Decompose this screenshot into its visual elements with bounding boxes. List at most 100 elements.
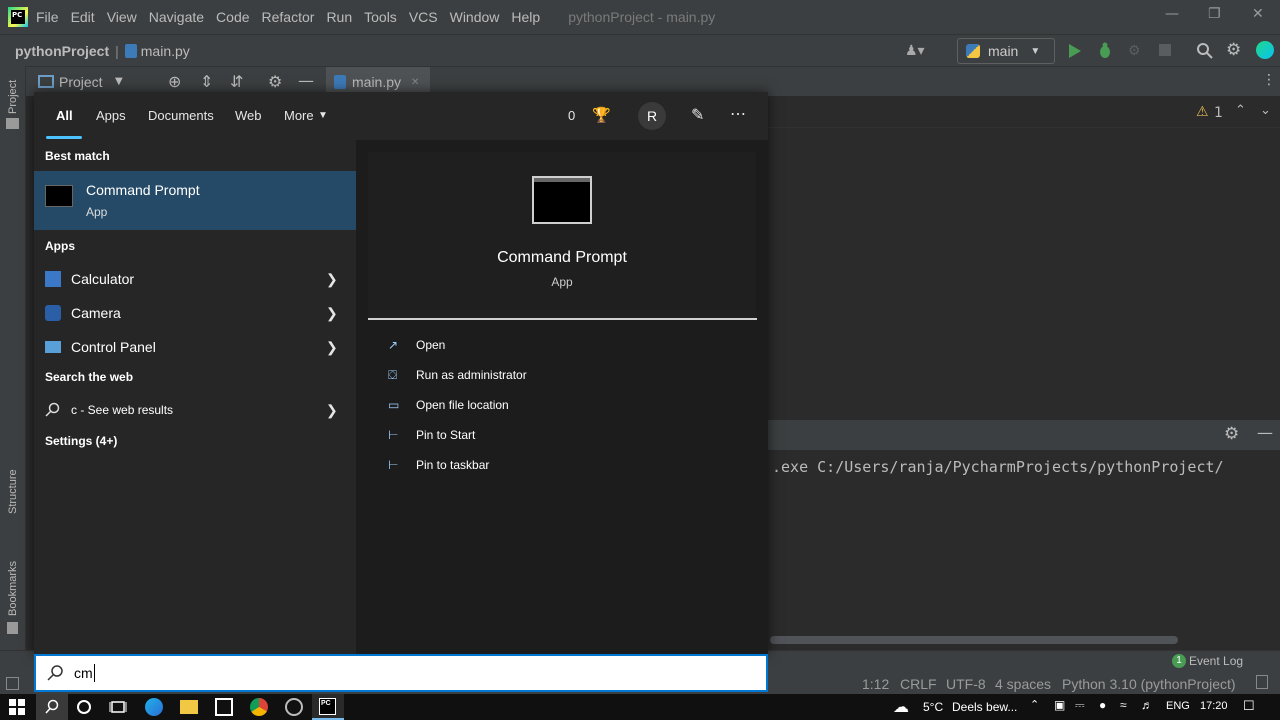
- weather-icon[interactable]: ☁: [893, 697, 909, 717]
- tab-all[interactable]: All: [56, 108, 73, 123]
- cortana-icon[interactable]: [75, 698, 93, 716]
- web-result[interactable]: c - See web results ❯: [34, 395, 356, 425]
- run-console[interactable]: .exe C:/Users/ranja/PycharmProjects/pyth…: [768, 450, 1280, 650]
- tab-more[interactable]: More: [284, 108, 314, 123]
- file-explorer-icon[interactable]: [180, 700, 198, 714]
- search-box[interactable]: cm: [34, 654, 768, 692]
- windows-start-icon[interactable]: [8, 698, 26, 716]
- feedback-icon[interactable]: ✎: [691, 105, 704, 125]
- gear-icon[interactable]: ⚙: [268, 72, 282, 91]
- volume-icon[interactable]: ♬: [1141, 698, 1153, 712]
- weather-temp[interactable]: 5°C: [923, 700, 943, 714]
- app-result-camera[interactable]: Camera ❯: [34, 298, 356, 328]
- close-tab-icon[interactable]: ✕: [411, 77, 419, 88]
- chevron-up-icon[interactable]: ⌃: [1235, 103, 1246, 118]
- menu-tools[interactable]: Tools: [364, 9, 397, 25]
- status-encoding[interactable]: UTF-8: [946, 676, 986, 692]
- search-input[interactable]: cm: [74, 665, 93, 681]
- expand-all-icon[interactable]: ⇕: [200, 72, 213, 91]
- more-options-icon[interactable]: ⋯: [730, 104, 746, 124]
- project-tool-tab[interactable]: Project: [7, 80, 19, 114]
- hide-panel-icon[interactable]: —: [1257, 423, 1273, 442]
- notifications-icon[interactable]: ☐: [1243, 698, 1255, 714]
- clock-time[interactable]: 17:20: [1200, 700, 1228, 712]
- breadcrumb-file[interactable]: main.py: [141, 43, 190, 59]
- action-open[interactable]: ↗ Open: [388, 333, 445, 357]
- toggle-tool-windows-icon[interactable]: [6, 677, 19, 690]
- menu-navigate[interactable]: Navigate: [149, 9, 204, 25]
- status-position[interactable]: 1:12: [862, 676, 889, 692]
- run-config-select[interactable]: main ▼: [957, 38, 1055, 64]
- menu-run[interactable]: Run: [326, 9, 352, 25]
- breadcrumb-project[interactable]: pythonProject: [15, 43, 109, 59]
- chevron-right-icon[interactable]: ❯: [326, 339, 338, 356]
- network-icon[interactable]: ⎓: [1075, 698, 1085, 713]
- minimize-icon[interactable]: —: [1165, 6, 1179, 22]
- menu-edit[interactable]: Edit: [71, 9, 95, 25]
- taskbar-search-active[interactable]: [36, 694, 68, 720]
- chevron-up-icon[interactable]: ⌃: [1030, 698, 1039, 711]
- app-icon[interactable]: [285, 698, 303, 716]
- microphone-icon[interactable]: ●: [1099, 698, 1106, 712]
- console-horizontal-scrollbar[interactable]: [770, 636, 1178, 644]
- locate-target-icon[interactable]: ⊕: [168, 72, 181, 91]
- action-pin-to-start[interactable]: ⊢ Pin to Start: [388, 423, 475, 447]
- language-indicator[interactable]: ENG: [1166, 700, 1190, 712]
- settings-gear-icon[interactable]: ⚙: [1224, 424, 1239, 444]
- jetbrains-toolbox-icon[interactable]: [1256, 41, 1274, 59]
- chevron-right-icon[interactable]: ❯: [326, 305, 338, 322]
- chevron-right-icon[interactable]: ❯: [326, 271, 338, 288]
- chevron-down-icon[interactable]: ▼: [318, 110, 328, 121]
- trophy-icon[interactable]: 🏆: [592, 106, 611, 124]
- status-line-separator[interactable]: CRLF: [900, 676, 937, 692]
- task-view-icon[interactable]: [109, 698, 127, 716]
- tab-apps[interactable]: Apps: [96, 108, 126, 123]
- app-result-control-panel[interactable]: Control Panel ❯: [34, 332, 356, 362]
- pycharm-taskbar-item[interactable]: PC: [312, 694, 344, 720]
- action-pin-to-taskbar[interactable]: ⊢ Pin to taskbar: [388, 453, 489, 477]
- menu-window[interactable]: Window: [450, 9, 500, 25]
- tab-web[interactable]: Web: [235, 108, 262, 123]
- best-match-item[interactable]: Command Prompt App: [34, 171, 356, 230]
- meet-now-icon[interactable]: ▣: [1054, 698, 1065, 712]
- coverage-icon[interactable]: ⚙: [1128, 42, 1141, 59]
- avatar[interactable]: R: [638, 102, 666, 130]
- menu-vcs[interactable]: VCS: [409, 9, 438, 25]
- lock-icon[interactable]: [1256, 675, 1268, 689]
- maximize-icon[interactable]: ❐: [1208, 6, 1221, 22]
- menu-view[interactable]: View: [107, 9, 137, 25]
- chrome-icon[interactable]: [250, 698, 268, 716]
- weather-text[interactable]: Deels bew...: [952, 700, 1017, 714]
- status-indent[interactable]: 4 spaces: [995, 676, 1051, 692]
- settings-gear-icon[interactable]: ⚙: [1226, 40, 1241, 60]
- stop-icon[interactable]: [1159, 44, 1171, 56]
- menu-help[interactable]: Help: [511, 9, 540, 25]
- wifi-icon[interactable]: ≈: [1120, 698, 1127, 712]
- more-actions-icon[interactable]: ⋮: [1262, 72, 1276, 88]
- event-log-icon[interactable]: 1: [1172, 654, 1186, 668]
- bookmarks-tool-tab[interactable]: Bookmarks: [7, 561, 19, 616]
- menu-refactor[interactable]: Refactor: [262, 9, 315, 25]
- structure-tool-tab[interactable]: Structure: [7, 469, 19, 514]
- search-everywhere-icon[interactable]: [1196, 42, 1214, 60]
- user-icon[interactable]: ♟▾: [905, 42, 925, 59]
- run-icon[interactable]: [1068, 43, 1082, 59]
- event-log-label[interactable]: Event Log: [1189, 654, 1243, 668]
- chevron-down-icon[interactable]: ⌄: [1260, 103, 1271, 118]
- menu-file[interactable]: File: [36, 9, 59, 25]
- menu-code[interactable]: Code: [216, 9, 249, 25]
- hide-panel-icon[interactable]: —: [298, 71, 314, 90]
- settings-result[interactable]: Settings (4+): [45, 434, 117, 448]
- app-result-calculator[interactable]: Calculator ❯: [34, 264, 356, 294]
- action-run-as-admin[interactable]: ⛋ Run as administrator: [388, 363, 527, 387]
- close-icon[interactable]: ✕: [1252, 6, 1264, 22]
- chevron-down-icon[interactable]: ▼: [115, 76, 123, 87]
- editor-area[interactable]: ⚠ 1 ⌃ ⌄: [768, 96, 1280, 396]
- tab-documents[interactable]: Documents: [148, 108, 214, 123]
- collapse-all-icon[interactable]: ⇵: [230, 72, 243, 91]
- edge-browser-icon[interactable]: [145, 698, 163, 716]
- warning-icon[interactable]: ⚠: [1196, 104, 1209, 120]
- chevron-right-icon[interactable]: ❯: [326, 402, 338, 419]
- action-open-file-location[interactable]: ▭ Open file location: [388, 393, 509, 417]
- project-tool-label[interactable]: Project: [59, 74, 103, 90]
